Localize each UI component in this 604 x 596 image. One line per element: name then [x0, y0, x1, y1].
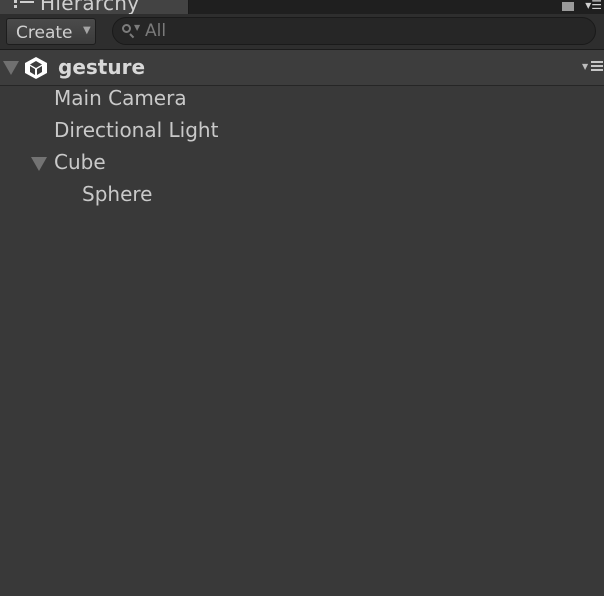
dropdown-arrow-icon: ▼ — [83, 25, 91, 36]
tree-item-main-camera[interactable]: Main Camera — [54, 86, 187, 116]
tree-item-label: Cube — [54, 150, 106, 174]
tree-item-label: Main Camera — [54, 86, 187, 110]
hierarchy-window: Hierarchy ▾☰ Create ▼ ▼ gesture ▼ — [0, 0, 604, 596]
tree-item-cube[interactable]: Cube — [54, 150, 106, 180]
scene-row[interactable]: gesture ▼ — [0, 50, 604, 86]
create-button-label: Create — [16, 23, 73, 43]
expand-arrow-icon[interactable] — [3, 61, 19, 75]
tree-item-label: Sphere — [82, 182, 153, 206]
search-field[interactable]: ▼ — [112, 17, 596, 45]
tab-bar: Hierarchy ▾☰ — [0, 0, 604, 14]
unity-icon — [25, 57, 47, 79]
search-input[interactable] — [145, 19, 575, 43]
scene-name: gesture — [58, 55, 146, 79]
tree-item-directional-light[interactable]: Directional Light — [54, 118, 218, 148]
tree-item-sphere[interactable]: Sphere — [82, 182, 152, 212]
lock-icon[interactable] — [562, 2, 574, 11]
toolbar: Create ▼ ▼ — [0, 14, 604, 50]
tree-item-label: Directional Light — [54, 118, 219, 142]
tab-controls: ▾☰ — [554, 0, 604, 14]
search-icon[interactable]: ▼ — [122, 23, 140, 39]
hierarchy-list-icon — [14, 0, 34, 10]
create-button[interactable]: Create ▼ — [6, 18, 96, 45]
tab-menu-icon[interactable]: ▾☰ — [585, 0, 602, 12]
expand-arrow-icon[interactable] — [31, 157, 47, 171]
scene-options-icon[interactable]: ▼ — [582, 59, 604, 75]
tab-title: Hierarchy — [40, 0, 140, 14]
tab-hierarchy[interactable]: Hierarchy — [0, 0, 189, 14]
